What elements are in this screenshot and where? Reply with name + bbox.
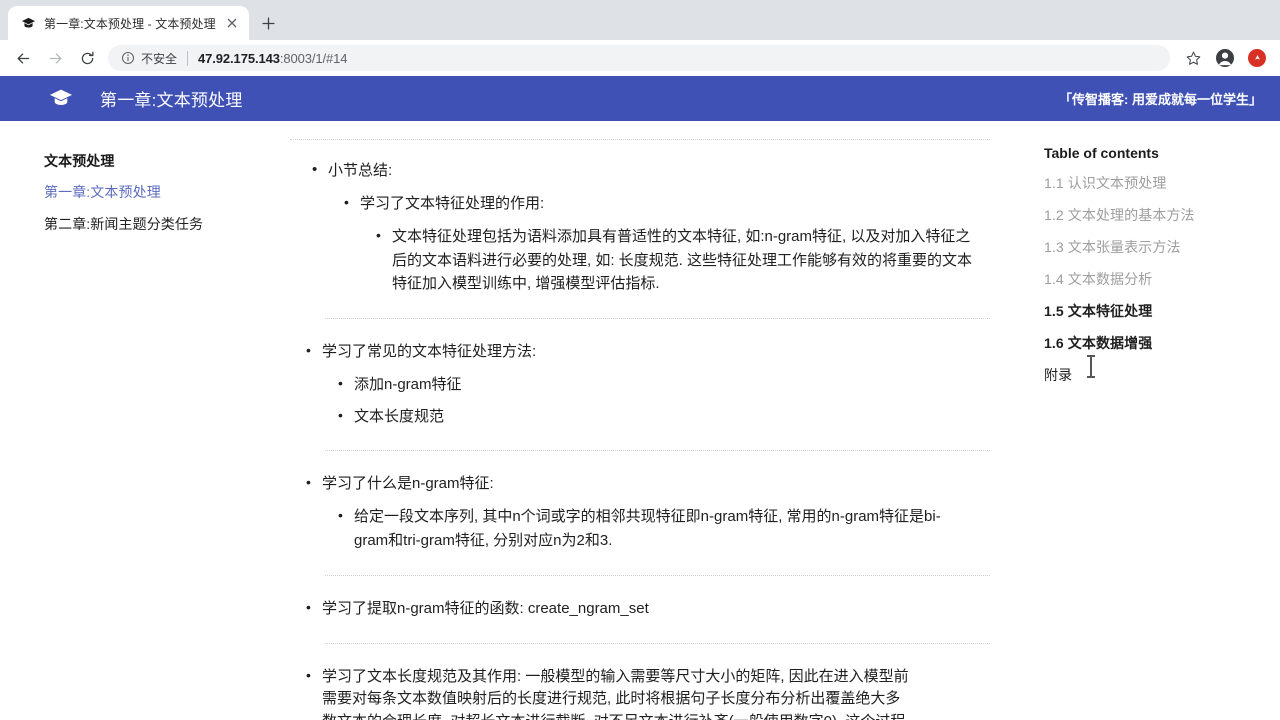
list-item: 学习了什么是n-gram特征: 给定一段文本序列, 其中n个词或字的相邻共现特征… [290, 472, 1280, 552]
star-icon[interactable] [1178, 43, 1208, 73]
sub-heading: 学习了常见的文本特征处理方法: [322, 342, 537, 360]
ngram-definition-section: 学习了什么是n-gram特征: 给定一段文本序列, 其中n个词或字的相邻共现特征… [290, 472, 1280, 552]
list-item: 给定一段文本序列, 其中n个词或字的相邻共现特征即n-gram特征, 常用的n-… [322, 504, 942, 552]
url-text: 47.92.175.143:8003/1/#14 [198, 50, 348, 66]
url-path: :8003/1/#14 [279, 50, 348, 66]
toc-item-1-1[interactable]: 1.1 认识文本预处理 [1044, 173, 1264, 193]
info-circle-icon[interactable] [120, 51, 135, 66]
list-item: 文本特征处理包括为语料添加具有普适性的文本特征, 如:n-gram特征, 以及对… [360, 224, 980, 296]
detail-list: 给定一段文本序列, 其中n个词或字的相邻共现特征即n-gram特征, 常用的n-… [322, 504, 1280, 552]
omnibox-divider [187, 50, 189, 66]
page-title: 第一章:文本预处理 [100, 91, 243, 110]
toc-item-1-2[interactable]: 1.2 文本处理的基本方法 [1044, 205, 1264, 225]
function-section: 学习了提取n-gram特征的函数: create_ngram_set [290, 597, 1280, 621]
address-bar[interactable]: 不安全 47.92.175.143:8003/1/#14 [108, 45, 1170, 71]
section-divider [325, 317, 990, 319]
toc-item-1-6[interactable]: 1.6 文本数据增强 [1044, 333, 1264, 353]
toc-item-appendix[interactable]: 附录 [1044, 365, 1264, 385]
site-header: 第一章:文本预处理 「传智播客: 用爱成就每一位学生」 [0, 76, 1280, 185]
back-arrow-icon[interactable] [8, 43, 38, 73]
section-divider [325, 574, 990, 576]
left-sidebar: 文本预处理 第一章:文本预处理 第二章:新闻主题分类任务 [0, 121, 290, 720]
brand-slogan: 「传智播客: 用爱成就每一位学生」 [1059, 92, 1262, 107]
toc-item-1-4[interactable]: 1.4 文本数据分析 [1044, 269, 1264, 289]
extension-icon[interactable] [1242, 43, 1272, 73]
reload-icon[interactable] [72, 43, 102, 73]
section-divider [325, 450, 990, 452]
graduation-cap-icon [20, 15, 36, 31]
new-tab-button[interactable] [255, 9, 283, 37]
browser-tab[interactable]: 第一章:文本预处理 - 文本预处理 [8, 6, 249, 40]
list-item: 添加n-gram特征 [322, 372, 942, 397]
sidebar-heading: 文本预处理 [44, 153, 115, 169]
sub-heading: 学习了什么是n-gram特征: [322, 475, 494, 493]
browser-chrome: 第一章:文本预处理 - 文本预处理 不安全 47.92.175.143:8003… [0, 0, 1280, 76]
summary-heading: 小节总结: [328, 162, 393, 179]
list-item: 文本长度规范 [322, 404, 942, 429]
security-status-label: 不安全 [141, 51, 178, 66]
url-host: 47.92.175.143 [198, 50, 280, 66]
sidebar-item-chapter-2[interactable]: 第二章:新闻主题分类任务 [44, 214, 290, 234]
close-icon[interactable] [224, 15, 240, 31]
sidebar-item-chapter-1[interactable]: 第一章:文本预处理 [44, 182, 290, 202]
toc-title: Table of contents [1044, 145, 1159, 161]
browser-toolbar: 不安全 47.92.175.143:8003/1/#14 [0, 40, 1280, 76]
ngram-list: 学习了什么是n-gram特征: 给定一段文本序列, 其中n个词或字的相邻共现特征… [290, 472, 1280, 552]
list-item: 学习了提取n-gram特征的函数: create_ngram_set [290, 597, 1280, 621]
sub-heading: 学习了文本特征处理的作用: [360, 194, 545, 212]
tab-strip: 第一章:文本预处理 - 文本预处理 [0, 0, 1280, 40]
toc-item-1-3[interactable]: 1.3 文本张量表示方法 [1044, 237, 1264, 257]
profile-avatar-icon[interactable] [1210, 43, 1240, 73]
section-divider [325, 642, 990, 644]
length-norm-section: 学习了文本长度规范及其作用: 一般模型的输入需要等尺寸大小的矩阵, 因此在进入模… [290, 665, 1280, 720]
tab-title: 第一章:文本预处理 - 文本预处理 [44, 16, 216, 31]
toc-item-1-5[interactable]: 1.5 文本特征处理 [1044, 301, 1264, 321]
length-norm-list: 学习了文本长度规范及其作用: 一般模型的输入需要等尺寸大小的矩阵, 因此在进入模… [290, 665, 1280, 720]
page-body: 文本预处理 第一章:文本预处理 第二章:新闻主题分类任务 小节总结: 学习了文本… [0, 121, 1280, 720]
list-item: 学习了文本长度规范及其作用: 一般模型的输入需要等尺寸大小的矩阵, 因此在进入模… [290, 665, 915, 720]
table-of-contents: Table of contents 1.1 认识文本预处理 1.2 文本处理的基… [1022, 121, 1280, 397]
graduation-cap-icon[interactable] [46, 84, 76, 114]
forward-arrow-icon[interactable] [40, 43, 70, 73]
function-list: 学习了提取n-gram特征的函数: create_ngram_set [290, 597, 1280, 621]
